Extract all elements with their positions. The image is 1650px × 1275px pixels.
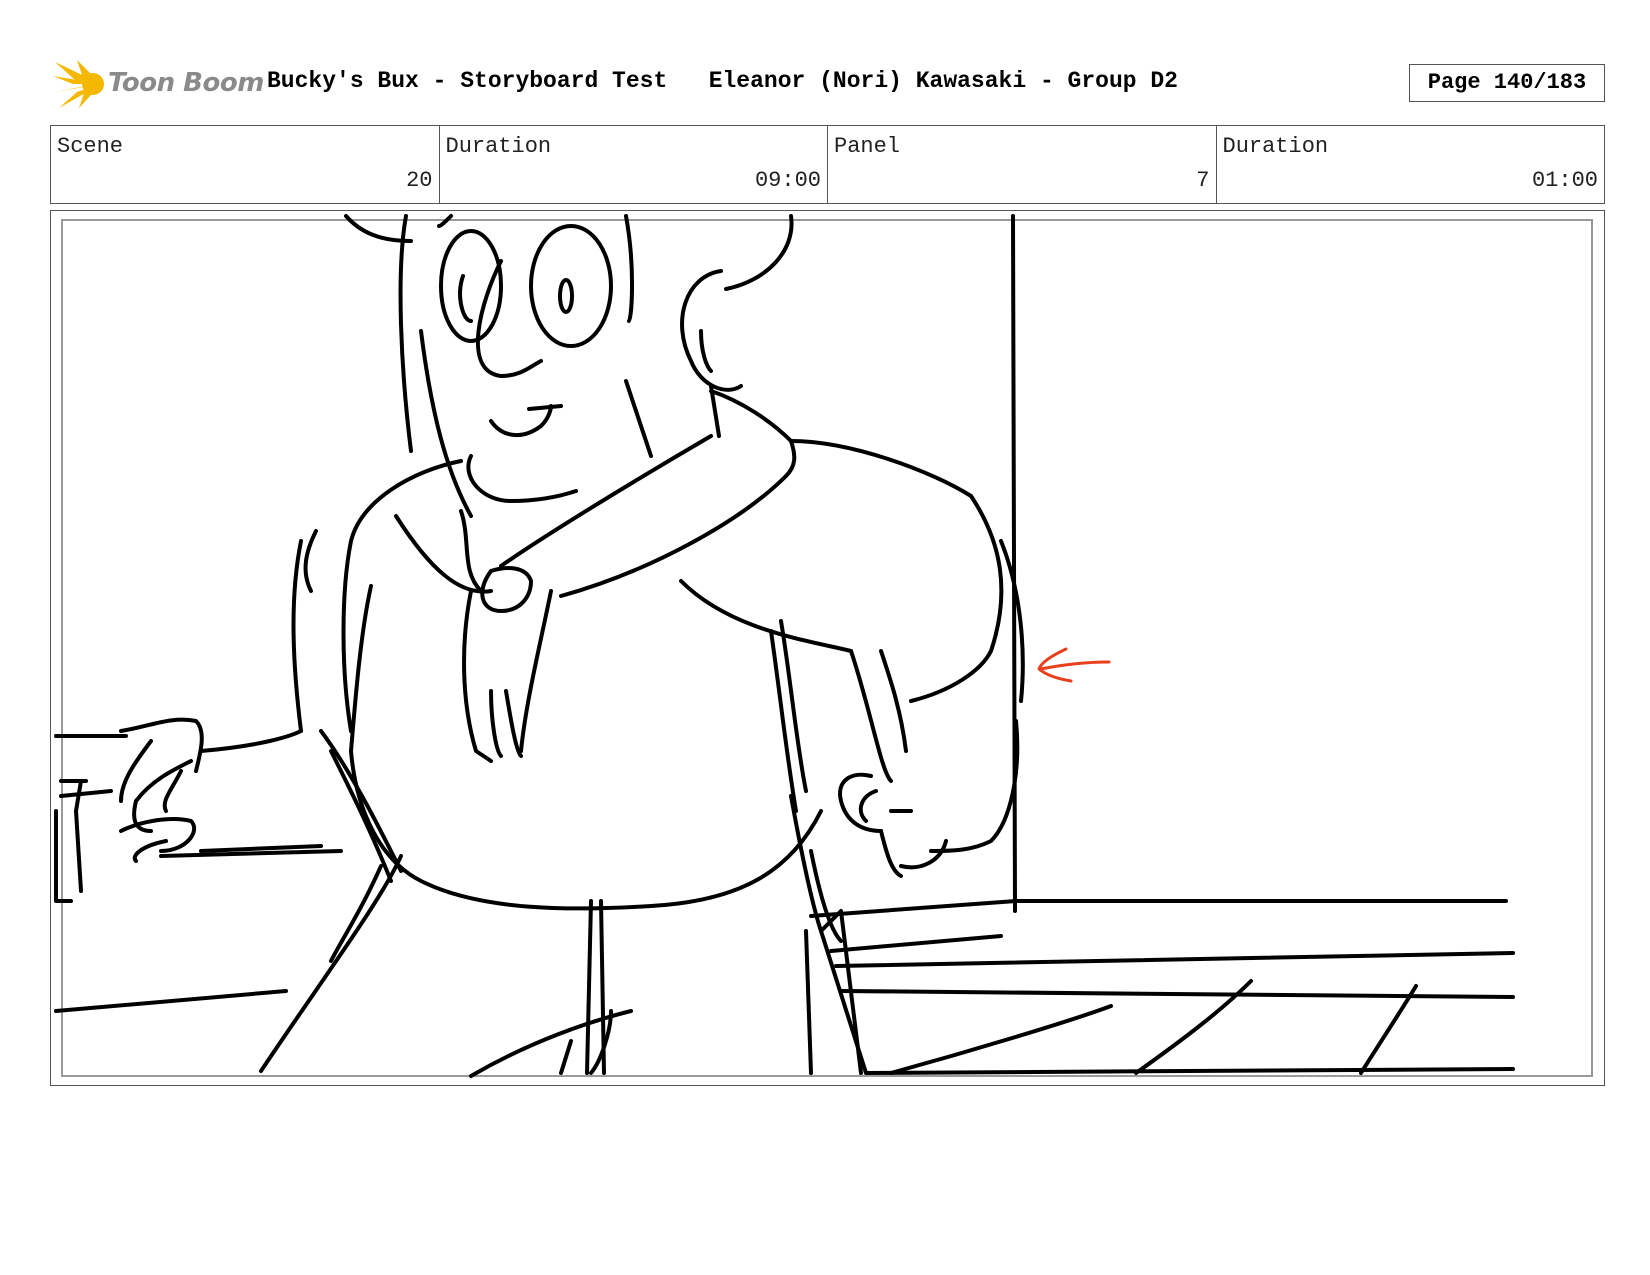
- scene-duration-cell: Duration 09:00: [440, 126, 828, 203]
- page-number-box: Page 140/183: [1409, 64, 1605, 102]
- scene-value: 20: [406, 168, 433, 193]
- header-title: Bucky's Bux - Storyboard Test Eleanor (N…: [267, 68, 1178, 94]
- panel-label: Panel: [834, 134, 901, 159]
- info-table: Scene 20 Duration 09:00 Panel 7 Duration…: [50, 125, 1605, 204]
- left-arrow-icon: [1037, 647, 1111, 683]
- character-sketch: [54, 214, 1515, 1078]
- project-title: Bucky's Bux - Storyboard Test: [267, 68, 668, 94]
- scene-duration-value: 09:00: [754, 168, 821, 193]
- panel-duration-cell: Duration 01:00: [1217, 126, 1605, 203]
- panel-cell: Panel 7: [828, 126, 1217, 203]
- artist-name: Eleanor (Nori) Kawasaki - Group D2: [708, 68, 1178, 94]
- toon-boom-starburst-icon: [53, 60, 104, 108]
- panel-duration-value: 01:00: [1531, 168, 1598, 193]
- scene-label: Scene: [57, 134, 124, 159]
- logo-text: Toon Boom: [108, 68, 264, 98]
- storyboard-sketch: [54, 214, 1593, 1078]
- scene-duration-label: Duration: [445, 134, 552, 159]
- toon-boom-logo: Toon Boom: [53, 58, 264, 110]
- scene-cell: Scene 20: [51, 126, 440, 203]
- panel-duration-label: Duration: [1222, 134, 1329, 159]
- panel-value: 7: [1196, 168, 1210, 193]
- storyboard-panel: [50, 210, 1605, 1086]
